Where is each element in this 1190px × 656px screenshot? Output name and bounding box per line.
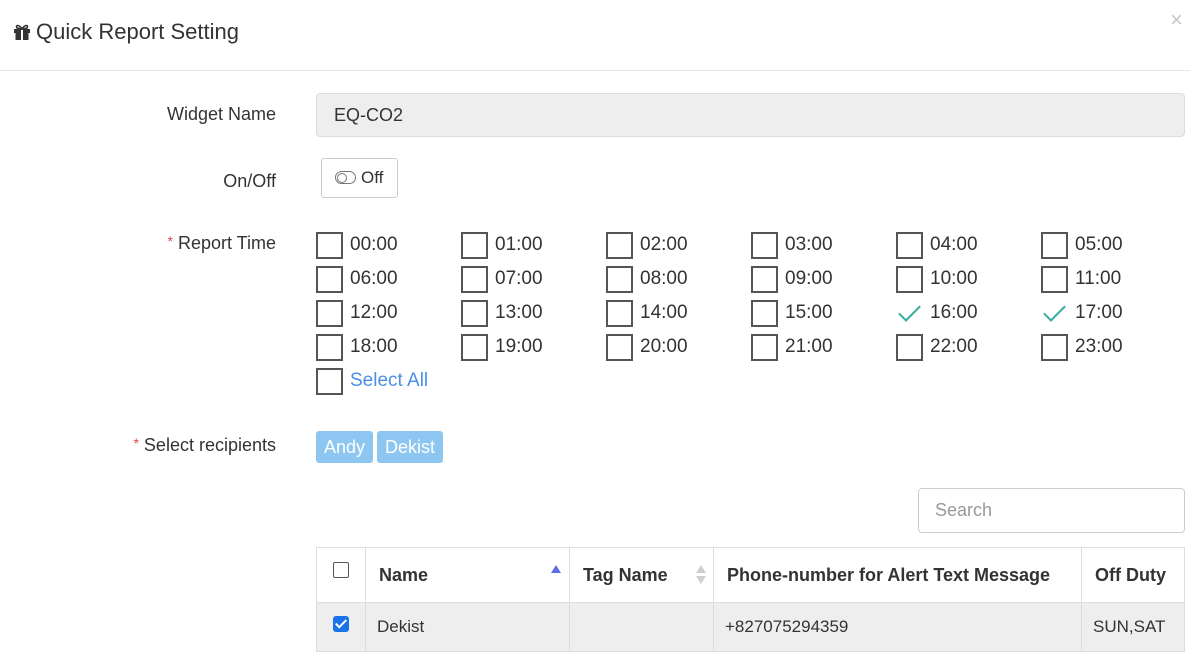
col-off-duty-label: Off Duty [1095, 564, 1166, 585]
recipient-chip-andy[interactable]: Andy [316, 431, 374, 463]
report-time-label: 04:00 [930, 234, 978, 255]
cell-name: Dekist [365, 602, 570, 652]
report-time-checkbox[interactable] [461, 266, 488, 293]
col-tag-name[interactable]: Tag Name [569, 547, 714, 603]
report-time-label-text: Report Time [177, 233, 276, 253]
report-time-checkbox[interactable] [461, 232, 488, 259]
report-time-checkbox[interactable] [1041, 334, 1068, 361]
col-off-duty: Off Duty [1081, 547, 1185, 603]
report-time-label: 11:00 [1075, 268, 1122, 289]
modal-title: Quick Report Setting [36, 19, 239, 44]
cell-phone: +827075294359 [713, 602, 1082, 652]
recipients-table: Name Tag Name Phone-number for Alert Tex… [316, 547, 1185, 652]
col-phone-label: Phone-number for Alert Text Message [727, 564, 1051, 585]
header-checkbox[interactable] [333, 561, 349, 578]
report-time-checkbox[interactable] [896, 334, 923, 361]
report-time-checkbox[interactable] [606, 232, 633, 259]
select-recipients-label-text: Select recipients [143, 435, 276, 455]
toggle-text: Off [361, 168, 384, 187]
report-time-label: 08:00 [640, 268, 688, 289]
report-time-label: * Report Time [0, 233, 277, 254]
report-time-checkbox[interactable] [751, 300, 778, 327]
report-time-label: 20:00 [640, 336, 688, 357]
col-name[interactable]: Name [365, 547, 570, 603]
report-time-label: 16:00 [930, 302, 978, 323]
required-mark: * [167, 233, 173, 249]
recipient-chip-dekist[interactable]: Dekist [377, 431, 444, 463]
report-time-checkbox[interactable] [896, 266, 923, 293]
widget-name-label: Widget Name [166, 104, 276, 124]
report-time-label: 19:00 [495, 336, 543, 357]
report-time-checkbox[interactable] [606, 334, 633, 361]
widget-name-field: EQ-CO2 [316, 93, 1185, 137]
report-time-label: 06:00 [350, 268, 398, 289]
report-time-label: 13:00 [495, 302, 543, 323]
report-time-label: 18:00 [350, 336, 398, 357]
report-time-label: 02:00 [640, 234, 688, 255]
report-time-label: 14:00 [640, 302, 688, 323]
gift-icon [14, 24, 30, 40]
modal-header: Quick Report Setting × [0, 0, 1190, 71]
report-time-checkbox[interactable] [751, 334, 778, 361]
report-time-label: 22:00 [930, 336, 978, 357]
report-time-label: 09:00 [785, 268, 833, 289]
report-time-checkbox[interactable] [1041, 266, 1068, 293]
table-row[interactable]: Dekist +827075294359 SUN,SAT [316, 602, 1185, 652]
report-time-label: 00:00 [350, 234, 398, 255]
report-time-label: 15:00 [785, 302, 833, 323]
report-time-label: 01:00 [495, 234, 543, 255]
report-time-checkbox[interactable] [606, 266, 633, 293]
table-header-row: Name Tag Name Phone-number for Alert Tex… [316, 547, 1185, 603]
report-time-checkbox[interactable] [316, 232, 343, 259]
select-all-checkbox[interactable] [316, 368, 343, 395]
report-time-label: 21:00 [785, 336, 833, 357]
report-time-label: 12:00 [350, 302, 398, 323]
report-time-checkbox[interactable] [316, 334, 343, 361]
report-time-checkbox[interactable] [606, 300, 633, 327]
report-time-checkbox[interactable] [1041, 232, 1068, 259]
select-all-link[interactable]: Select All [350, 370, 428, 392]
col-tag-name-label: Tag Name [583, 564, 668, 585]
report-time-checkbox[interactable] [896, 232, 923, 259]
search-input[interactable] [918, 488, 1185, 533]
report-time-checkbox[interactable] [316, 266, 343, 293]
select-all-rows-checkbox[interactable] [316, 547, 366, 603]
select-recipients-label: * Select recipients [0, 435, 276, 456]
toggle-off-icon [335, 171, 356, 184]
report-time-checkbox[interactable] [751, 232, 778, 259]
onoff-label: On/Off [223, 171, 276, 191]
report-time-label: 07:00 [495, 268, 543, 289]
col-phone: Phone-number for Alert Text Message [713, 547, 1082, 603]
report-time-label: 23:00 [1075, 336, 1123, 357]
report-time-checkbox[interactable] [1041, 300, 1068, 327]
report-time-checkbox[interactable] [896, 300, 923, 327]
close-icon[interactable]: × [1170, 9, 1183, 31]
sort-ascending-icon[interactable] [551, 565, 561, 573]
report-time-checkbox[interactable] [751, 266, 778, 293]
cell-off-duty: SUN,SAT [1081, 602, 1185, 652]
row-checkbox[interactable] [333, 615, 349, 632]
cell-tag [569, 602, 714, 652]
report-time-checkbox[interactable] [461, 300, 488, 327]
report-time-label: 17:00 [1075, 302, 1123, 323]
required-mark: * [133, 435, 139, 451]
col-name-label: Name [379, 564, 429, 585]
report-time-label: 03:00 [785, 234, 833, 255]
sort-icon[interactable] [696, 565, 706, 585]
report-time-label: 05:00 [1075, 234, 1123, 255]
onoff-toggle[interactable]: Off [321, 158, 398, 198]
report-time-checkbox[interactable] [461, 334, 488, 361]
report-time-label: 10:00 [930, 268, 978, 289]
report-time-checkbox[interactable] [316, 300, 343, 327]
row-checkbox-cell[interactable] [316, 602, 366, 652]
